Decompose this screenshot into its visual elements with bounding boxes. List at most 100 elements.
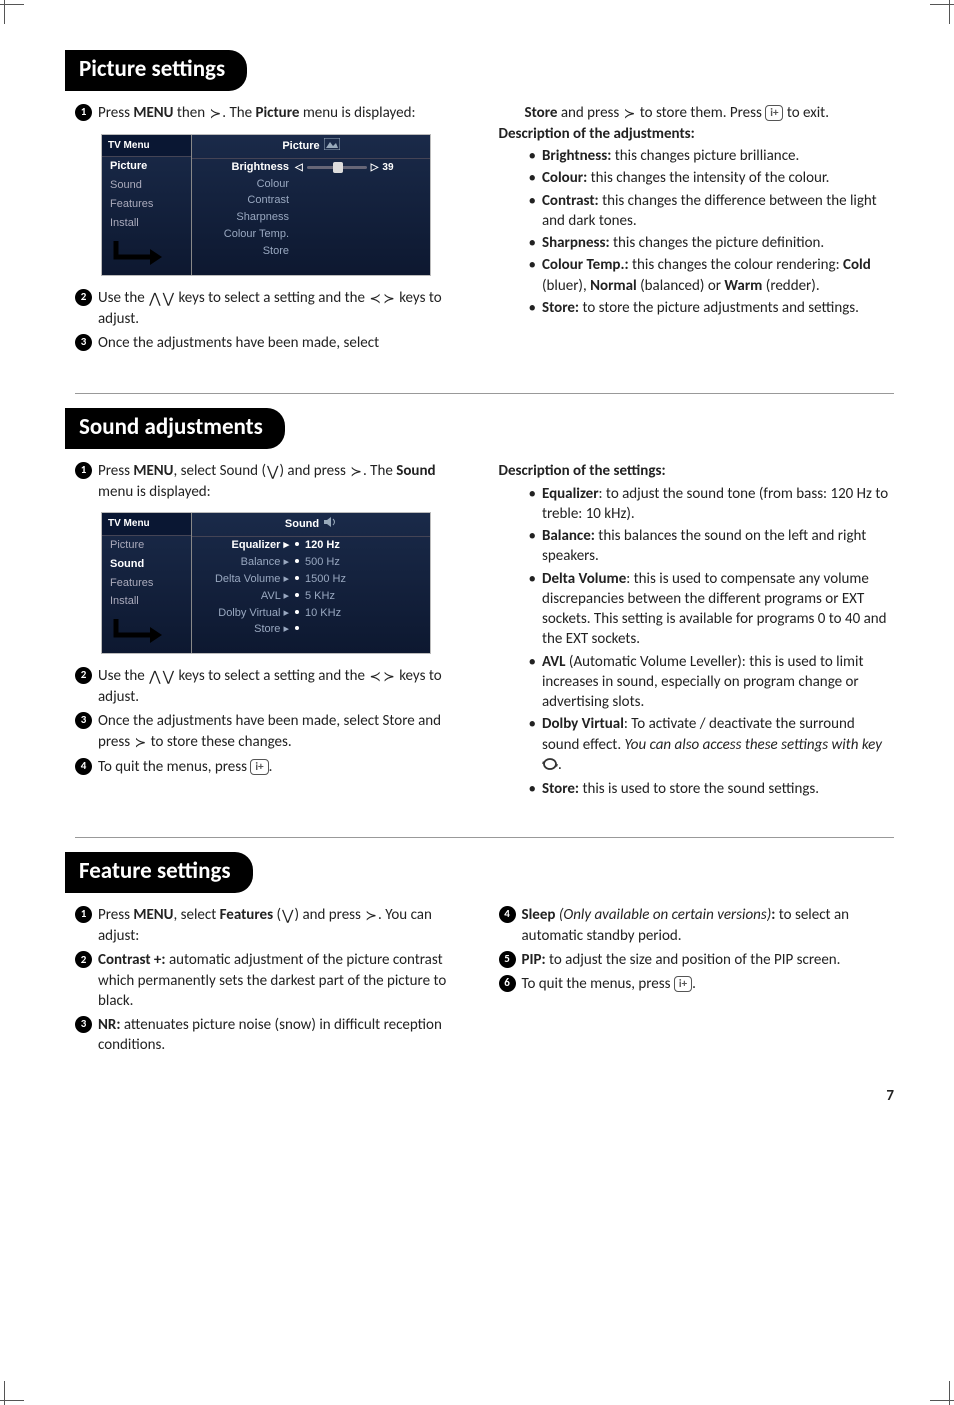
menu-item-features: Features	[102, 195, 191, 214]
sound-step3: Once the adjustments have been made, sel…	[98, 711, 471, 752]
features-step3: NR: attenuates picture noise (snow) in d…	[98, 1015, 471, 1056]
left-arrow-icon: ≺	[368, 290, 382, 307]
desc-equalizer: •Equalizer: to adjust the sound tone (fr…	[499, 484, 895, 525]
features-step2: Contrast +: automatic adjustment of the …	[98, 950, 471, 1011]
right-arrow-icon: ≻	[382, 290, 396, 307]
features-step4: Sleep (Only available on certain version…	[522, 905, 895, 946]
sound-menu-header: Sound	[192, 513, 430, 537]
page-number: 7	[75, 1086, 894, 1106]
down-arrow-icon: ⋁	[281, 907, 294, 924]
brightness-label: Brightness	[200, 160, 295, 175]
picture-menu-screenshot: TV Menu Picture Sound Features Install P…	[101, 134, 431, 276]
picture-desc-heading: Description of the adjustments:	[499, 124, 895, 144]
step-marker-1: 1	[75, 104, 92, 121]
menu-item-install: Install	[102, 214, 191, 233]
menu-item-picture: Picture	[102, 157, 191, 176]
desc-brightness: •Brightness: this changes picture brilli…	[499, 146, 895, 166]
menu-item-sound: Sound	[102, 176, 191, 195]
right-arrow-icon: ≻	[209, 105, 223, 122]
down-arrow-icon: ⋁	[162, 668, 175, 685]
step-marker-3: 3	[75, 334, 92, 351]
delta-volume-label: Delta Volume ▸	[200, 572, 295, 587]
tv-menu-label: TV Menu	[102, 135, 191, 158]
desc-store: •Store: to store the picture adjustments…	[499, 298, 895, 318]
desc-sharpness: •Sharpness: this changes the picture def…	[499, 233, 895, 253]
right-arrow-icon: ≻	[382, 668, 396, 685]
sound-step4: To quit the menus, press i+.	[98, 757, 471, 777]
sound-menu-screenshot: TV Menu Picture Sound Features Install S…	[101, 512, 431, 654]
surround-key-icon	[542, 757, 558, 777]
contrast-label: Contrast	[200, 193, 295, 208]
picture-icon	[324, 138, 340, 155]
colour-label: Colour	[200, 177, 295, 192]
eq-1500hz: 1500 Hz	[305, 573, 346, 585]
up-arrow-icon: ⋀	[148, 668, 161, 685]
step-marker-1: 1	[75, 906, 92, 923]
eq-120hz: 120 Hz	[305, 539, 340, 551]
step-marker-2: 2	[75, 667, 92, 684]
section-divider	[75, 393, 894, 394]
desc-colour-temp: •Colour Temp.: this changes the colour r…	[499, 255, 895, 296]
menu-arrow-icon	[102, 233, 191, 275]
desc-contrast: •Contrast: this changes the difference b…	[499, 191, 895, 232]
sound-step1: Press MENU, select Sound (⋁) and press ≻…	[98, 461, 471, 502]
eq-5khz: 5 KHz	[305, 590, 335, 602]
picture-step3: Once the adjustments have been made, sel…	[98, 333, 471, 353]
right-arrow-icon: ≻	[349, 463, 363, 480]
picture-step2: Use the ⋀⋁ keys to select a setting and …	[98, 288, 471, 329]
step-marker-2: 2	[75, 951, 92, 968]
right-arrow-icon: ≻	[623, 105, 637, 122]
down-arrow-icon: ⋁	[266, 463, 279, 480]
down-arrow-icon: ⋁	[162, 290, 175, 307]
step-marker-6: 6	[499, 975, 516, 992]
right-arrow-icon: ≻	[364, 907, 378, 924]
section-divider	[75, 837, 894, 838]
info-key-icon: i+	[250, 759, 268, 775]
info-key-icon: i+	[765, 105, 783, 121]
desc-delta-volume: •Delta Volume: this is used to compensat…	[499, 569, 895, 650]
colour-temp-label: Colour Temp.	[200, 227, 295, 242]
picture-store-text: Store and press ≻ to store them. Press i…	[499, 103, 895, 124]
store-label: Store ▸	[200, 622, 295, 637]
up-arrow-icon: ⋀	[148, 290, 161, 307]
brightness-value: 39	[382, 161, 393, 175]
picture-menu-header: Picture	[192, 135, 430, 159]
features-step5: PIP: to adjust the size and position of …	[522, 950, 895, 970]
step-marker-4: 4	[75, 758, 92, 775]
desc-balance: •Balance: this balances the sound on the…	[499, 526, 895, 567]
menu-item-picture: Picture	[102, 536, 191, 555]
balance-label: Balance ▸	[200, 555, 295, 570]
desc-avl: •AVL (Automatic Volume Leveller): this i…	[499, 652, 895, 713]
step-marker-3: 3	[75, 712, 92, 729]
eq-10khz: 10 KHz	[305, 607, 341, 619]
step-marker-4: 4	[499, 906, 516, 923]
step-marker-5: 5	[499, 951, 516, 968]
speaker-icon	[323, 516, 337, 533]
menu-item-install: Install	[102, 592, 191, 611]
step-marker-1: 1	[75, 462, 92, 479]
desc-store: •Store: this is used to store the sound …	[499, 779, 895, 799]
info-key-icon: i+	[674, 976, 692, 992]
sound-desc-heading: Description of the settings:	[499, 461, 895, 481]
menu-item-features: Features	[102, 574, 191, 593]
step-marker-2: 2	[75, 289, 92, 306]
heading-sound-adjustments: Sound adjustments	[65, 408, 285, 449]
sharpness-label: Sharpness	[200, 210, 295, 225]
crop-mark	[930, 1400, 954, 1401]
menu-item-sound: Sound	[102, 555, 191, 574]
desc-dolby-virtual: •Dolby Virtual: To activate / deactivate…	[499, 714, 895, 777]
picture-step1: Press MENU then ≻. The Picture menu is d…	[98, 103, 471, 124]
menu-arrow-icon	[102, 611, 191, 653]
eq-500hz: 500 Hz	[305, 556, 340, 568]
step-marker-3: 3	[75, 1016, 92, 1033]
features-step6: To quit the menus, press i+.	[522, 974, 895, 994]
crop-mark	[949, 0, 950, 24]
store-label: Store	[200, 244, 295, 259]
tv-menu-label: TV Menu	[102, 513, 191, 536]
desc-colour: •Colour: this changes the intensity of t…	[499, 168, 895, 188]
crop-mark	[949, 1381, 950, 1405]
left-arrow-icon: ≺	[368, 668, 382, 685]
dolby-virtual-label: Dolby Virtual ▸	[200, 606, 295, 621]
right-arrow-icon: ≻	[134, 734, 148, 751]
features-step1: Press MENU, select Features (⋁) and pres…	[98, 905, 471, 946]
